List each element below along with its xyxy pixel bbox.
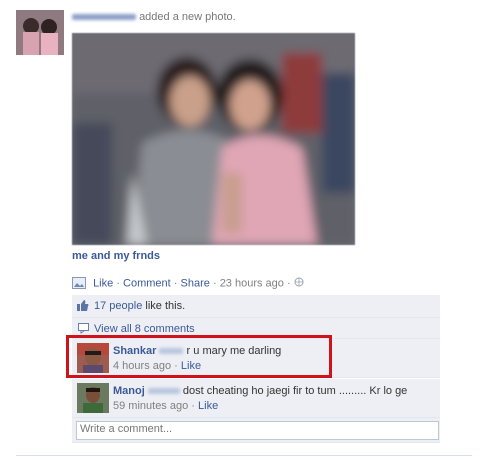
like-link[interactable]: Like (93, 277, 113, 289)
post-timestamp[interactable]: 23 hours ago (220, 277, 284, 289)
poster-avatar-image (16, 10, 64, 55)
comment-author-blurred[interactable] (147, 388, 180, 395)
likes-count-link[interactable]: 17 people (94, 300, 142, 312)
comment-link[interactable]: Comment (123, 277, 171, 289)
separator: · (173, 277, 178, 290)
write-comment-input[interactable]: Write a comment... (76, 421, 439, 440)
comment-like-link[interactable]: Like (198, 400, 218, 412)
commenter-avatar[interactable] (77, 383, 109, 413)
post-actions-row: Like · Comment · Share · 23 hours ago · (72, 276, 304, 290)
comment-item: Manoj dost cheating ho jaegi fir to tum … (72, 379, 440, 418)
poster-name-blurred[interactable] (72, 14, 136, 21)
thumbs-up-icon (77, 300, 89, 314)
likes-panel: 17 people like this. (72, 295, 440, 318)
post-photo[interactable] (72, 33, 355, 245)
separator: · (286, 277, 291, 290)
share-link[interactable]: Share (181, 277, 210, 289)
commenter-avatar-image (77, 383, 109, 413)
globe-icon (294, 277, 304, 290)
highlight-box (66, 335, 332, 378)
comment-timestamp[interactable]: 59 minutes ago (113, 400, 188, 412)
view-all-comments-link[interactable]: View all 8 comments (94, 323, 195, 335)
post-photo-image (72, 33, 355, 245)
photo-caption[interactable]: me and my frnds (72, 250, 160, 262)
separator: · (212, 277, 217, 290)
photo-icon (72, 276, 86, 289)
likes-suffix: like this. (145, 300, 186, 312)
post-header: added a new photo. (72, 11, 236, 23)
poster-avatar[interactable] (16, 10, 64, 55)
comment-text: dost cheating ho jaegi fir to tum ......… (182, 385, 408, 397)
comment-author[interactable]: Manoj (113, 385, 145, 397)
bottom-divider (16, 455, 472, 456)
post-action-text: added a new photo. (139, 11, 236, 23)
separator: · (116, 277, 120, 290)
